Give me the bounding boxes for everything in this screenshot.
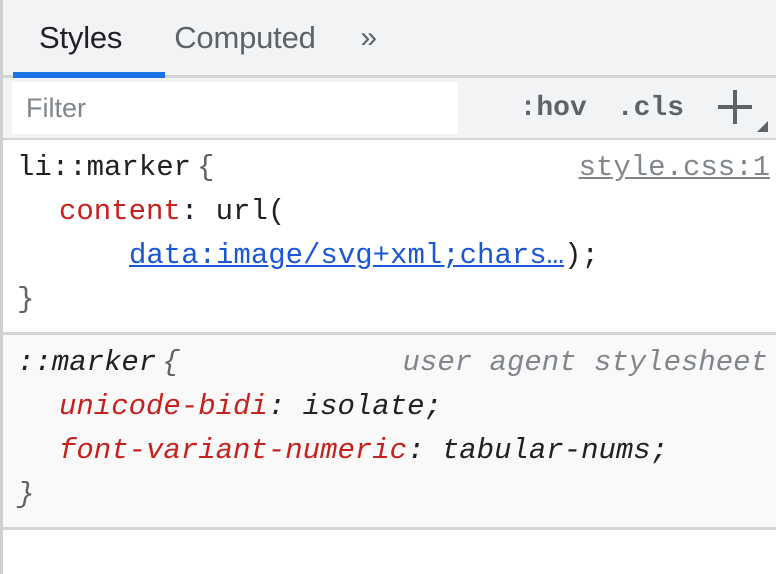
new-style-rule-button[interactable] [712, 82, 766, 134]
css-rule-block: li::marker { style.css:1 content: url( d… [3, 140, 776, 335]
styles-panel: Styles Computed » :hov .cls li::marker [0, 0, 776, 574]
css-rules-list: li::marker { style.css:1 content: url( d… [3, 140, 776, 574]
stylesheet-origin-text: user agent stylesheet [403, 341, 770, 385]
css-rule-block: ::marker { user agent stylesheet unicode… [3, 335, 776, 530]
css-value-suffix: ); [564, 239, 599, 272]
toggle-element-state-button[interactable]: :hov [518, 93, 589, 124]
css-colon: : [407, 434, 424, 467]
styles-toolbar: :hov .cls [3, 78, 776, 140]
toggle-class-editor-button[interactable]: .cls [615, 93, 686, 124]
css-property-value: isolate; [303, 390, 442, 423]
tab-computed-label: Computed [174, 20, 315, 56]
css-property-value: tabular-nums; [442, 434, 668, 467]
css-property-name: unicode-bidi [59, 390, 268, 423]
cls-label: .cls [617, 93, 684, 124]
css-rule-header: ::marker { user agent stylesheet [3, 341, 776, 385]
tab-styles-label: Styles [39, 20, 122, 56]
tab-styles[interactable]: Styles [13, 0, 148, 77]
close-brace: } [3, 473, 776, 517]
hov-label: :hov [520, 93, 587, 124]
open-brace: { [156, 341, 179, 385]
css-declaration[interactable]: content: url( data:image/svg+xml;chars…)… [3, 190, 776, 278]
css-property-name: font-variant-numeric [59, 434, 407, 467]
css-value-prefix: url( [216, 195, 286, 228]
css-rule-header: li::marker { style.css:1 [3, 146, 776, 190]
selected-tab-indicator [13, 72, 165, 78]
css-selector: ::marker [17, 341, 156, 385]
css-value-wrapped-line: data:image/svg+xml;chars…); [59, 234, 599, 278]
css-colon: : [268, 390, 285, 423]
close-brace: } [3, 278, 776, 322]
css-declaration: font-variant-numeric: tabular-nums; [3, 429, 776, 473]
more-tabs-chevron-icon[interactable]: » [342, 0, 396, 77]
panel-tabbar: Styles Computed » [3, 0, 776, 78]
css-declaration: unicode-bidi: isolate; [3, 385, 776, 429]
css-selector[interactable]: li::marker [17, 146, 191, 190]
filter-input[interactable] [12, 82, 458, 134]
css-value-url-link[interactable]: data:image/svg+xml;chars… [129, 239, 564, 272]
css-colon: : [181, 195, 198, 228]
plus-icon [712, 84, 758, 130]
css-property-name[interactable]: content [59, 195, 181, 228]
caret-down-icon [757, 121, 768, 132]
stylesheet-origin-link[interactable]: style.css:1 [579, 146, 770, 190]
tab-computed[interactable]: Computed [148, 0, 341, 77]
open-brace: { [191, 146, 214, 190]
more-tabs-glyph: » [360, 21, 377, 55]
